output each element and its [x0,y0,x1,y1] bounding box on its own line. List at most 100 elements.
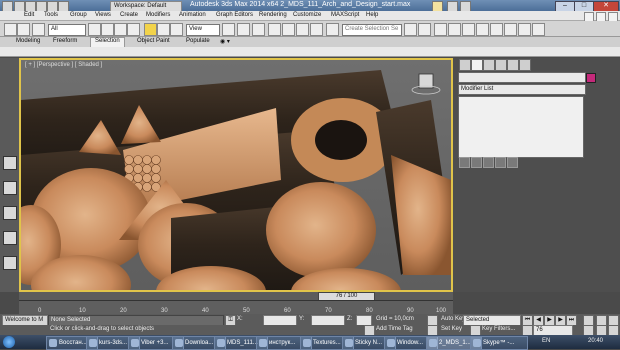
show-end-result-icon[interactable] [471,157,482,168]
spinner-snap-icon[interactable] [310,23,323,36]
motion-tab-icon[interactable] [495,59,507,71]
layout-tab-icon[interactable] [3,206,17,220]
object-color-swatch[interactable] [586,73,596,83]
main-toolbar: All View Create Selection Se [0,21,620,37]
utilities-tab-icon[interactable] [519,59,531,71]
menu-group[interactable]: Group [70,12,87,18]
make-unique-icon[interactable] [483,157,494,168]
curve-editor-icon[interactable] [462,23,475,36]
rotate-icon[interactable] [157,23,170,36]
render-production-icon[interactable] [532,23,545,36]
layout-tab-icon[interactable] [3,256,17,270]
move-icon[interactable] [144,23,157,36]
window-title: Autodesk 3ds Max 2014 x64 2_MDS_111_Arch… [190,1,411,8]
viewport-label[interactable]: [ + ] [Perspective ] [ Shaded ] [25,62,102,68]
create-tab-icon[interactable] [459,59,471,71]
layout-tab-icon[interactable] [3,156,17,170]
command-panel: Modifier List [453,58,620,292]
angle-snap-icon[interactable] [282,23,295,36]
pin-stack-icon[interactable] [459,157,470,168]
hierarchy-tab-icon[interactable] [483,59,495,71]
tab-object-paint[interactable]: Object Paint [137,38,170,44]
auto-key-label: Auto Key [441,316,466,322]
redo-button-icon[interactable] [17,23,30,36]
layout-tab-icon[interactable] [3,231,17,245]
align-icon[interactable] [418,23,431,36]
windows-taskbar: Восстан... kurs-3ds... Viber +3... Downl… [0,335,620,350]
menu-rendering[interactable]: Rendering [259,12,287,18]
command-panel-tabs [459,58,587,71]
layer-manager-icon[interactable] [434,23,447,36]
select-manipulate-icon[interactable] [237,23,250,36]
x-label: X: [237,316,243,322]
display-tab-icon[interactable] [507,59,519,71]
menu-views[interactable]: Views [95,12,111,18]
rendered-frame-icon[interactable] [518,23,531,36]
layout-tab-icon[interactable] [3,181,17,195]
ribbon-tabs: Modeling Freeform Selection Object Paint… [0,37,620,48]
menu-create[interactable]: Create [120,12,138,18]
y-label: Y: [299,316,305,322]
mirror-icon[interactable] [404,23,417,36]
key-filters-button[interactable]: Key Filters... [482,326,515,332]
edit-named-selection-icon[interactable] [326,23,339,36]
keyboard-shortcut-icon[interactable] [252,23,265,36]
named-selection-field[interactable]: Create Selection Se [342,24,402,36]
z-label: Z: [347,316,353,322]
viewcube-icon[interactable] [411,73,441,95]
prompt-bar: Click or click-and-drag to select object… [0,325,620,336]
pivot-center-icon[interactable] [222,23,235,36]
material-editor-icon[interactable] [490,23,503,36]
prompt-text: Click or click-and-drag to select object… [50,326,155,332]
grid-readout: Grid = 10,0cm [376,316,414,322]
viewport-layout-column [0,58,19,292]
menu-tools[interactable]: Tools [44,12,58,18]
track-bar[interactable]: 0 10 20 30 40 50 60 70 80 90 100 [19,300,453,314]
remove-modifier-icon[interactable] [495,157,506,168]
tab-populate[interactable]: Populate [186,38,210,44]
snaps-toggle-icon[interactable] [268,23,281,36]
log-end-right [266,182,376,278]
window-crossing-icon[interactable] [127,23,140,36]
system-clock[interactable]: 20:40 [588,338,603,344]
ribbon-options-icon[interactable]: ◉ ▾ [220,38,230,45]
link-icon[interactable] [32,23,45,36]
undo-button-icon[interactable] [4,23,17,36]
reference-coordinate-dropdown[interactable]: View [186,24,220,36]
menu-graph-editors[interactable]: Graph Editors [216,12,253,18]
menu-bar: Edit Tools Group Views Create Modifiers … [0,11,620,22]
modifier-stack[interactable] [458,96,584,158]
language-indicator[interactable]: EN [542,338,550,344]
menu-modifiers[interactable]: Modifiers [146,12,170,18]
taskbar-item[interactable]: Skype™ -... [470,336,528,350]
select-by-name-icon[interactable] [101,23,114,36]
tab-freeform[interactable]: Freeform [53,38,77,44]
scale-icon[interactable] [170,23,183,36]
selection-filter-dropdown[interactable]: All [48,24,86,36]
select-object-icon[interactable] [88,23,101,36]
configure-sets-icon[interactable] [507,157,518,168]
menu-help[interactable]: Help [366,12,378,18]
modifier-list-dropdown[interactable]: Modifier List [458,84,586,95]
modify-tab-icon[interactable] [471,59,483,71]
schematic-view-icon[interactable] [476,23,489,36]
rect-selection-icon[interactable] [114,23,127,36]
object-name-field[interactable] [458,72,586,83]
status-bar: Welcome to M None Selected ⚿ X: Y: Z: Gr… [0,314,620,326]
menu-edit[interactable]: Edit [24,12,34,18]
render-setup-icon[interactable] [504,23,517,36]
menu-animation[interactable]: Animation [179,12,206,18]
graphite-toggle-icon[interactable] [448,23,461,36]
add-time-tag-button[interactable]: Add Time Tag [376,326,413,332]
perspective-viewport[interactable]: [ + ] [Perspective ] [ Shaded ] [19,58,453,292]
menu-customize[interactable]: Customize [293,12,321,18]
set-key-label[interactable]: Set Key [441,326,462,332]
start-button-icon[interactable] [3,336,15,348]
ribbon-panel [0,47,620,57]
title-bar: Workspace: Default Autodesk 3ds Max 2014… [0,0,620,12]
tab-modeling[interactable]: Modeling [16,38,40,44]
menu-maxscript[interactable]: MAXScript [331,12,359,18]
percent-snap-icon[interactable] [296,23,309,36]
firewood-scene [21,70,451,290]
time-slider[interactable]: 76 / 100 [19,292,453,302]
